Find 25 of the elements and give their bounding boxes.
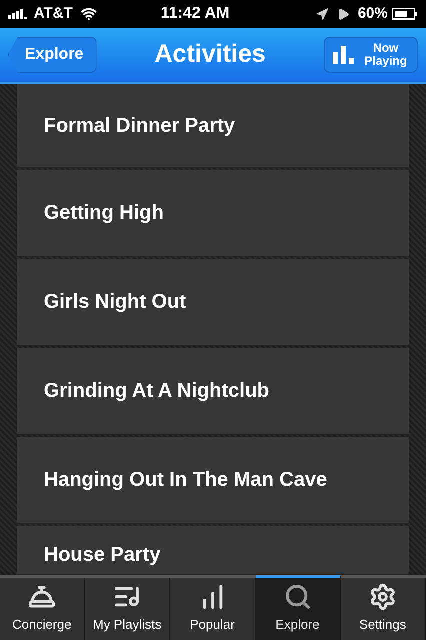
wifi-icon [80,6,97,22]
now-playing-button[interactable]: Now Playing [324,37,418,73]
activity-row[interactable]: Grinding At A Nightclub [17,348,409,435]
screen-title: Activities [154,39,266,70]
tab-bar-item[interactable]: Concierge [0,578,86,640]
location-icon [316,8,329,20]
activity-row[interactable]: House Party [17,526,409,575]
battery-percent: 60% [358,4,388,24]
tab-bar-item[interactable]: Settings [340,578,426,640]
tab-bar-item[interactable]: Explore [256,575,341,640]
back-button[interactable]: Explore [8,37,97,73]
activity-row[interactable]: Hanging Out In The Man Cave [17,437,409,524]
play-icon [336,8,350,20]
activity-row[interactable]: Formal Dinner Party [17,84,409,168]
settings-icon [368,583,397,612]
status-time: 11:42 AM [160,4,230,24]
explore-icon [284,583,312,612]
tab-bar-item[interactable]: My Playlists [85,578,170,640]
activity-row[interactable]: Girls Night Out [17,259,409,346]
signal-icon [8,9,30,19]
activity-row[interactable]: Getting High [17,170,409,257]
bars-icon [332,46,355,64]
carrier-name: AT&T [34,4,73,24]
tab-bar-item[interactable]: Popular [170,578,256,640]
battery-icon [392,8,418,20]
